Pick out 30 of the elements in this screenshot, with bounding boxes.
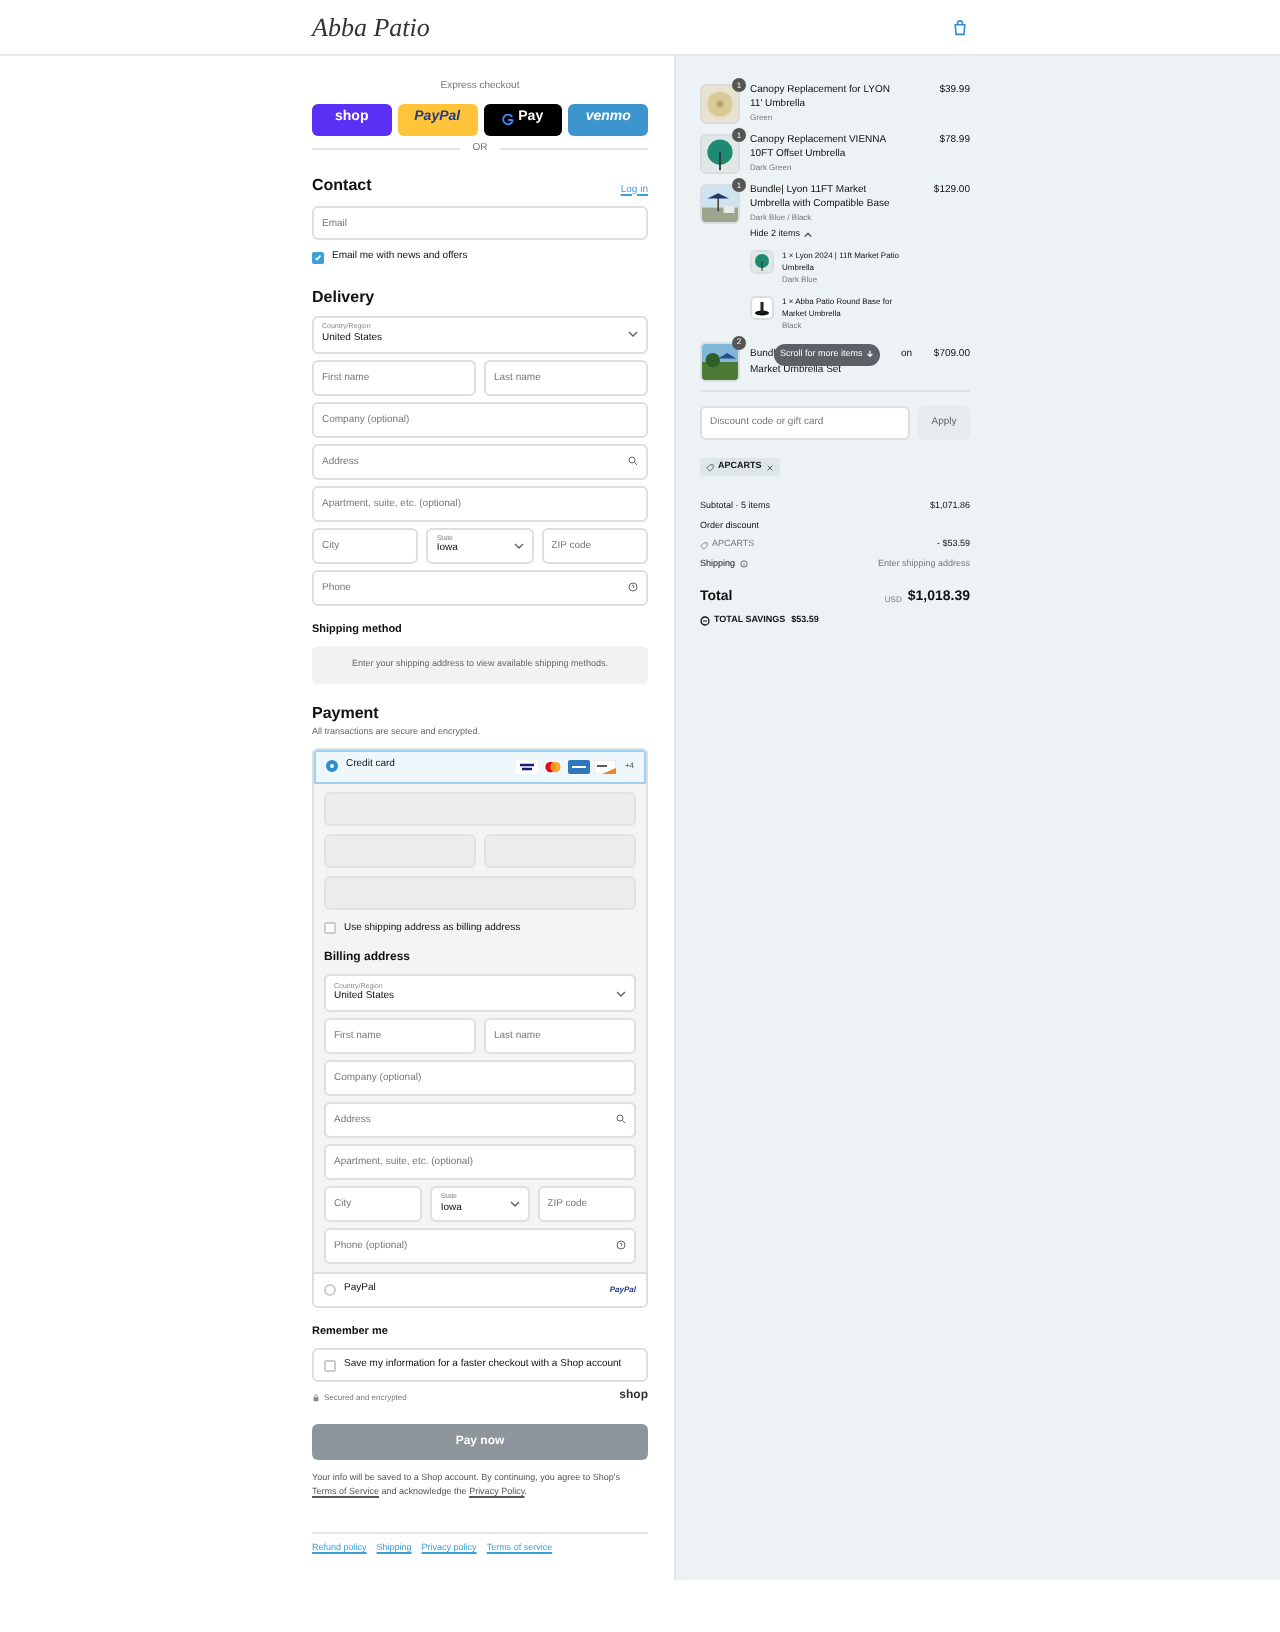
radio-button[interactable] xyxy=(324,1284,336,1296)
section-title: Contact xyxy=(312,174,372,198)
chevron-down-icon xyxy=(509,1200,520,1208)
amex-card-icon xyxy=(568,759,591,773)
lock-icon xyxy=(312,1393,320,1402)
logo[interactable]: Abba Patio xyxy=(312,7,430,47)
section-title: Delivery xyxy=(312,285,377,309)
chevron-icon xyxy=(804,231,813,238)
g-icon xyxy=(502,113,515,125)
help-icon xyxy=(616,1240,626,1250)
help-icon xyxy=(628,581,638,591)
chevron-down-icon xyxy=(616,989,626,997)
close-icon[interactable] xyxy=(765,463,774,472)
chevron-down-icon xyxy=(513,541,524,549)
mastercard-icon xyxy=(542,759,565,773)
savings-icon xyxy=(700,616,710,627)
shopping-bag-icon[interactable] xyxy=(952,19,968,35)
arrow-down-icon xyxy=(866,350,875,359)
tag-icon xyxy=(700,541,708,550)
chevron-down-icon xyxy=(628,330,638,338)
tag-icon xyxy=(706,463,714,472)
section-title: Payment xyxy=(312,701,381,726)
search-icon xyxy=(628,455,638,465)
info-icon xyxy=(739,560,748,569)
checkbox[interactable] xyxy=(324,1359,336,1372)
visa-card-icon xyxy=(516,759,539,773)
search-icon xyxy=(616,1114,626,1124)
radio-button[interactable] xyxy=(326,760,338,772)
checkbox[interactable] xyxy=(324,922,336,935)
discover-card-icon xyxy=(594,759,617,773)
